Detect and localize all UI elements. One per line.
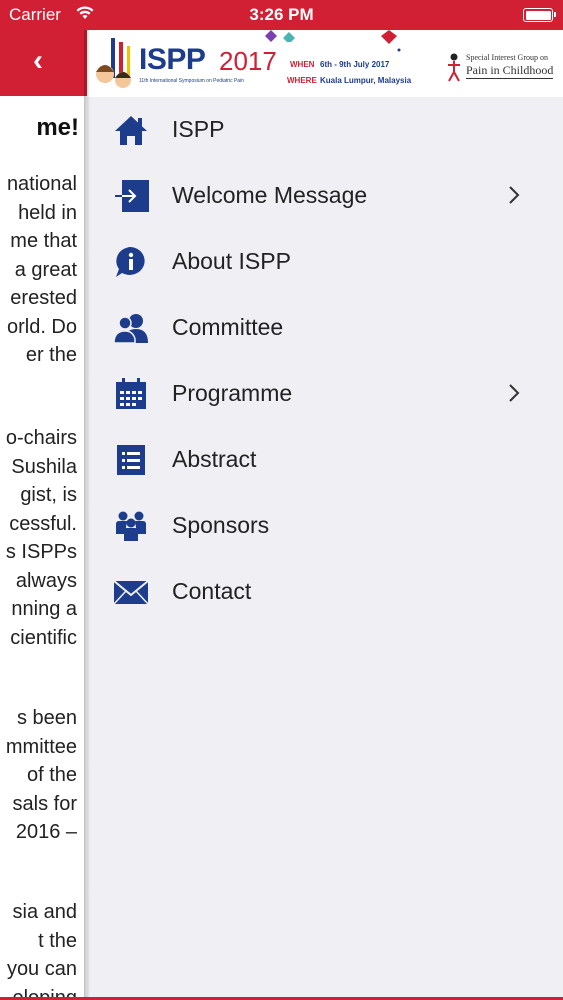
menu-label: Sponsors (172, 512, 270, 538)
welcome-paragraph-2: o-chairs Sushila gist, is cessful. s ISP… (6, 424, 77, 652)
menu-label: Contact (172, 578, 252, 604)
menu-item-ispp[interactable]: ISPP (87, 97, 563, 163)
menu-item-about-ispp[interactable]: About ISPP (87, 229, 563, 295)
menu-item-programme[interactable]: Programme (87, 361, 563, 427)
sign-in-icon (115, 180, 149, 212)
welcome-paragraph-1: national held in me that a great erested… (7, 170, 77, 370)
welcome-paragraph-4: sia and t the you can eloping (7, 898, 77, 1000)
calendar-icon (116, 378, 146, 409)
text-line: gist, is (20, 484, 77, 506)
text-line: a great (14, 258, 77, 281)
ispp-logo-text: ISPP (139, 43, 206, 76)
text-line: cessful. (9, 512, 77, 535)
background-page: ‹ me! national held in me that a great e… (0, 30, 87, 1000)
text-line: held in (18, 201, 77, 224)
text-line: orld. Do (6, 315, 77, 338)
text-line: s been (16, 707, 77, 729)
menu-label: About ISPP (172, 248, 291, 274)
mail-icon (113, 580, 149, 605)
text-line: cientific (10, 626, 77, 649)
menu-label: ISPP (172, 116, 225, 142)
clock: 3:26 PM (249, 5, 314, 24)
conference-banner: ISPP 2017 11th International Symposium o… (87, 30, 563, 97)
text-line: nning a (11, 598, 77, 620)
text-line: t the (38, 929, 77, 952)
ispp-logo-year: 2017 (219, 46, 277, 76)
kids-logo-icon (96, 38, 131, 88)
when-value: 6th - 9th July 2017 (320, 60, 390, 69)
text-line: always (15, 569, 77, 592)
welcome-paragraph-3: s been mmittee of the sals for 2016 – (6, 704, 77, 847)
text-line: you can (6, 958, 77, 980)
child-figure-icon (448, 53, 460, 82)
diamond-decoration (265, 30, 295, 42)
when-label: WHEN (290, 60, 315, 69)
chevron-right-icon (509, 384, 520, 402)
menu-label: Programme (172, 380, 293, 406)
group-icon (116, 511, 146, 541)
page-title: me! (36, 114, 79, 141)
text-line: of the (26, 764, 77, 786)
diamond-decoration (381, 30, 401, 52)
menu-item-committee[interactable]: Committee (87, 295, 563, 361)
text-line: sia and (12, 901, 78, 923)
text-line: sals for (12, 792, 77, 815)
text-line: me that (10, 230, 77, 252)
chevron-right-icon (509, 186, 520, 204)
text-line: Sushila (11, 455, 77, 478)
info-icon (116, 247, 145, 277)
where-label: WHERE (287, 76, 317, 85)
status-bar: Carrier 3:26 PM (0, 0, 563, 30)
sig-line-2: Pain in Childhood (466, 63, 554, 79)
list-icon (117, 445, 145, 475)
background-nav-bar: ‹ (0, 30, 87, 96)
menu-item-welcome-message[interactable]: Welcome Message (87, 163, 563, 229)
text-line: er the (25, 344, 77, 366)
text-line: 2016 – (15, 821, 77, 843)
battery-icon (523, 8, 556, 22)
side-drawer: ISPP 2017 11th International Symposium o… (87, 30, 563, 1000)
text-line: mmittee (5, 735, 77, 758)
users-icon (113, 314, 148, 344)
menu-label: Welcome Message (172, 182, 368, 208)
text-line: s ISPPs (5, 541, 77, 563)
where-value: Kuala Lumpur, Malaysia (320, 76, 412, 85)
menu-label: Abstract (172, 446, 257, 472)
home-icon (115, 116, 147, 145)
menu-label: Committee (172, 314, 284, 340)
menu-item-abstract[interactable]: Abstract (87, 427, 563, 493)
text-line: o-chairs (5, 427, 77, 449)
ispp-logo-subtitle: 11th International Symposium on Pediatri… (139, 78, 244, 84)
back-chevron-icon[interactable]: ‹ (33, 44, 43, 78)
menu-item-contact[interactable]: Contact (87, 559, 563, 625)
sig-line-1: Special Interest Group on (466, 53, 548, 62)
menu-item-sponsors[interactable]: Sponsors (87, 493, 563, 559)
text-line: erested (10, 287, 77, 309)
text-line: national (6, 173, 77, 195)
drawer-shadow (84, 30, 90, 1000)
